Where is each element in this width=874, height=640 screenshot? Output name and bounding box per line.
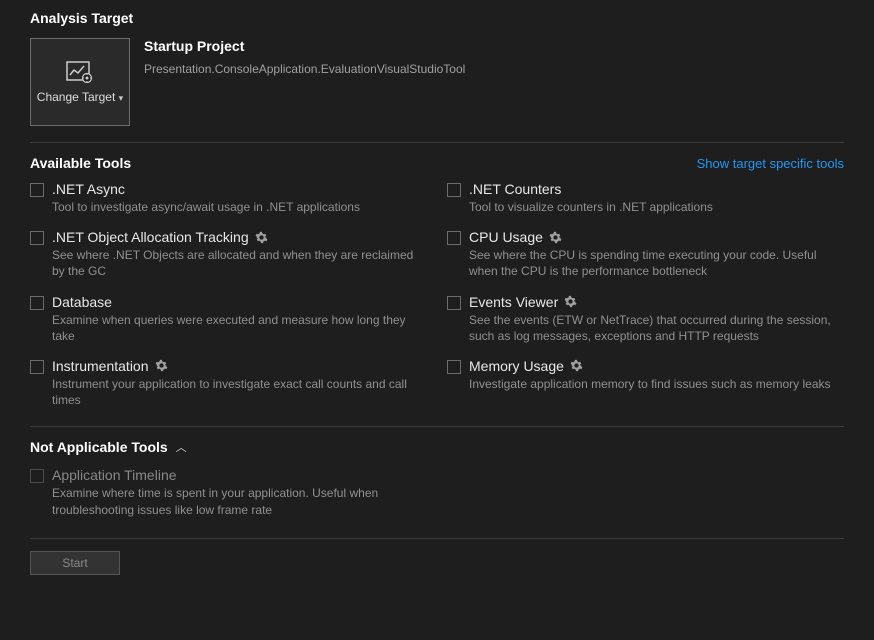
tool-title-text: .NET Object Allocation Tracking — [52, 229, 249, 245]
tool-title-text: .NET Counters — [469, 181, 561, 197]
not-applicable-list: Application Timeline Examine where time i… — [30, 467, 844, 517]
bottom-bar: Start — [30, 551, 844, 575]
start-button[interactable]: Start — [30, 551, 120, 575]
na-tool-item: Application Timeline Examine where time i… — [30, 467, 430, 517]
tool-content: .NET Counters Tool to visualize counters … — [469, 181, 844, 215]
tool-title[interactable]: .NET Counters — [469, 181, 844, 197]
tool-checkbox[interactable] — [30, 360, 44, 374]
tool-content: Database Examine when queries were execut… — [52, 294, 427, 344]
tool-checkbox[interactable] — [30, 296, 44, 310]
divider — [30, 538, 844, 539]
gear-icon[interactable] — [155, 359, 168, 372]
tool-description: See where the CPU is spending time execu… — [469, 247, 844, 279]
available-tools-grid: .NET Async Tool to investigate async/awai… — [30, 181, 844, 408]
tool-title-text: Events Viewer — [469, 294, 558, 310]
gear-icon[interactable] — [255, 231, 268, 244]
tool-checkbox[interactable] — [30, 231, 44, 245]
tool-title-text: .NET Async — [52, 181, 125, 197]
not-applicable-header[interactable]: Not Applicable Tools ︿ — [30, 439, 844, 455]
tool-title[interactable]: Events Viewer — [469, 294, 844, 310]
tool-content: Memory Usage Investigate application memo… — [469, 358, 844, 408]
tool-title-text: Database — [52, 294, 112, 310]
change-target-label: Change Target ▾ — [37, 90, 123, 104]
tool-description: Examine when queries were executed and m… — [52, 312, 427, 344]
startup-project-name: Presentation.ConsoleApplication.Evaluati… — [144, 62, 465, 76]
tool-item: .NET Counters Tool to visualize counters … — [447, 181, 844, 215]
gear-icon[interactable] — [549, 231, 562, 244]
available-tools-header: Available Tools Show target specific too… — [30, 155, 844, 171]
tool-item: Events Viewer See the events (ETW or NetT… — [447, 294, 844, 344]
tool-description: Tool to investigate async/await usage in… — [52, 199, 427, 215]
gear-icon[interactable] — [570, 359, 583, 372]
analysis-target-heading: Analysis Target — [30, 10, 844, 26]
tool-title[interactable]: Instrumentation — [52, 358, 427, 374]
tool-checkbox-disabled — [30, 469, 44, 483]
tool-title[interactable]: Database — [52, 294, 427, 310]
tool-description: Investigate application memory to find i… — [469, 376, 844, 392]
tool-content: .NET Object Allocation Tracking See where… — [52, 229, 427, 279]
tool-checkbox[interactable] — [447, 360, 461, 374]
tool-item: .NET Async Tool to investigate async/awai… — [30, 181, 427, 215]
tool-content: Application Timeline Examine where time i… — [52, 467, 430, 517]
chevron-up-icon: ︿ — [176, 439, 187, 455]
tool-item: Instrumentation Instrument your applicati… — [30, 358, 427, 408]
show-target-specific-link[interactable]: Show target specific tools — [697, 156, 844, 171]
tool-checkbox[interactable] — [447, 231, 461, 245]
analysis-target-section: Change Target ▾ Startup Project Presenta… — [30, 38, 844, 126]
tool-content: .NET Async Tool to investigate async/awai… — [52, 181, 427, 215]
available-tools-heading: Available Tools — [30, 155, 131, 171]
tool-title[interactable]: .NET Async — [52, 181, 427, 197]
tool-content: Instrumentation Instrument your applicati… — [52, 358, 427, 408]
change-target-button[interactable]: Change Target ▾ — [30, 38, 130, 126]
divider — [30, 426, 844, 427]
tool-description: Tool to visualize counters in .NET appli… — [469, 199, 844, 215]
gear-icon[interactable] — [564, 295, 577, 308]
tool-item: CPU Usage See where the CPU is spending t… — [447, 229, 844, 279]
tool-description: See the events (ETW or NetTrace) that oc… — [469, 312, 844, 344]
not-applicable-heading: Not Applicable Tools — [30, 439, 168, 455]
startup-project-title: Startup Project — [144, 38, 465, 54]
tool-content: CPU Usage See where the CPU is spending t… — [469, 229, 844, 279]
tool-item: Memory Usage Investigate application memo… — [447, 358, 844, 408]
tool-content: Events Viewer See the events (ETW or NetT… — [469, 294, 844, 344]
tool-title[interactable]: Memory Usage — [469, 358, 844, 374]
target-icon — [66, 60, 94, 84]
tool-checkbox[interactable] — [447, 183, 461, 197]
target-info: Startup Project Presentation.ConsoleAppl… — [144, 38, 465, 126]
tool-item: Database Examine when queries were execut… — [30, 294, 427, 344]
tool-description: See where .NET Objects are allocated and… — [52, 247, 427, 279]
divider — [30, 142, 844, 143]
tool-description: Instrument your application to investiga… — [52, 376, 427, 408]
tool-title[interactable]: CPU Usage — [469, 229, 844, 245]
tool-checkbox[interactable] — [447, 296, 461, 310]
tool-description: Examine where time is spent in your appl… — [52, 485, 430, 517]
tool-title-text: Instrumentation — [52, 358, 149, 374]
tool-title-text: CPU Usage — [469, 229, 543, 245]
chevron-down-icon: ▾ — [119, 93, 124, 103]
tool-title-text: Memory Usage — [469, 358, 564, 374]
tool-checkbox[interactable] — [30, 183, 44, 197]
tool-title[interactable]: .NET Object Allocation Tracking — [52, 229, 427, 245]
tool-item: .NET Object Allocation Tracking See where… — [30, 229, 427, 279]
tool-title: Application Timeline — [52, 467, 430, 483]
